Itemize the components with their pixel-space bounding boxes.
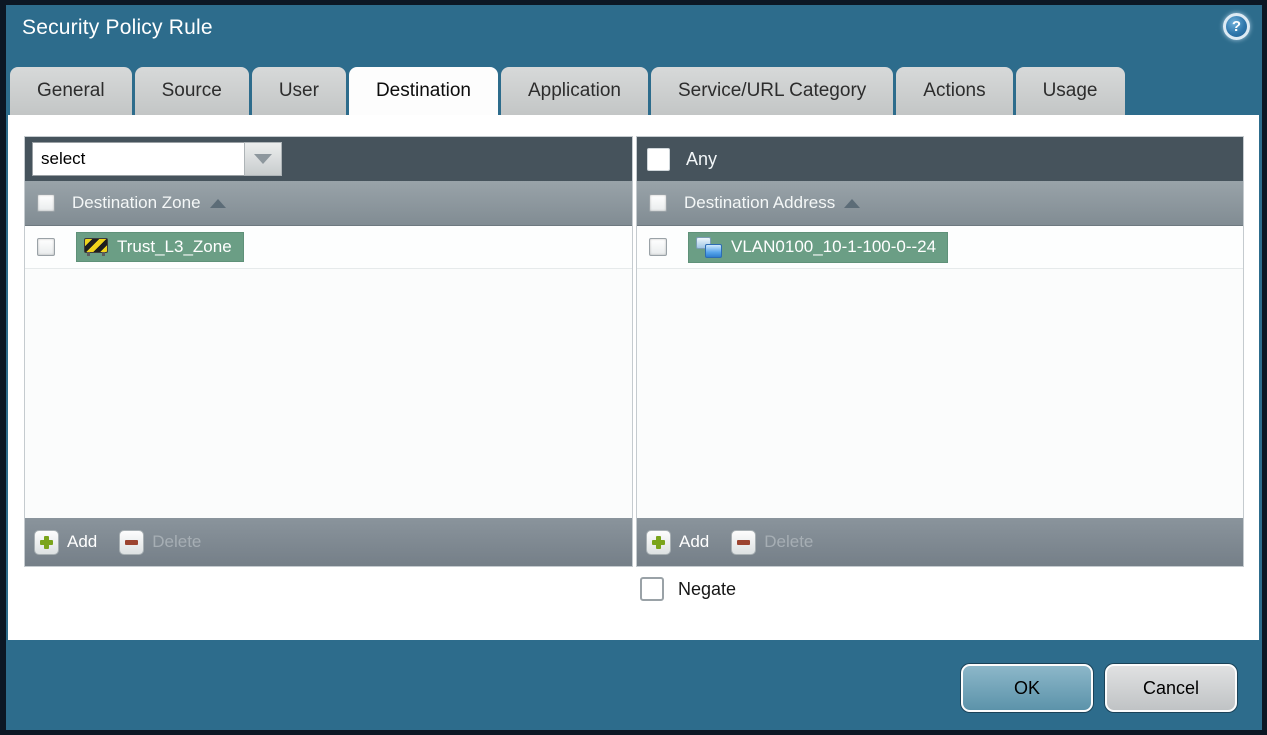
delete-button[interactable]: Delete — [731, 529, 813, 555]
zone-select-all-checkbox[interactable] — [37, 194, 55, 212]
zone-select-dropdown-button[interactable] — [244, 142, 282, 176]
chevron-down-icon — [254, 154, 272, 164]
address-panel-footer: Add Delete — [637, 518, 1243, 566]
help-icon[interactable]: ? — [1223, 13, 1250, 40]
cancel-button[interactable]: Cancel — [1105, 664, 1237, 712]
tab-bar: General Source User Destination Applicat… — [10, 67, 1125, 115]
minus-icon — [731, 529, 757, 555]
add-button[interactable]: Add — [646, 529, 709, 555]
address-entry-label: VLAN0100_10-1-100-0--24 — [731, 237, 937, 256]
table-row[interactable]: VLAN0100_10-1-100-0--24 — [637, 226, 1243, 269]
tab-application[interactable]: Application — [501, 67, 648, 115]
tab-general[interactable]: General — [10, 67, 132, 115]
negate-label: Negate — [678, 578, 737, 599]
row-checkbox[interactable] — [37, 238, 55, 256]
zone-column-header-row: Destination Zone — [25, 181, 632, 226]
zone-select-combo[interactable] — [32, 142, 282, 176]
negate-option: Negate — [640, 577, 736, 601]
zone-entry-label: Trust_L3_Zone — [117, 237, 232, 256]
tab-service-url-category[interactable]: Service/URL Category — [650, 67, 894, 115]
sort-ascending-icon[interactable] — [844, 198, 861, 208]
tab-source[interactable]: Source — [134, 67, 249, 115]
address-entry[interactable]: VLAN0100_10-1-100-0--24 — [688, 231, 949, 263]
negate-checkbox[interactable] — [640, 577, 664, 601]
tab-actions[interactable]: Actions — [896, 67, 1013, 115]
security-policy-rule-dialog: Security Policy Rule ? General Source Us… — [0, 0, 1267, 735]
zone-list: Trust_L3_Zone — [25, 226, 632, 518]
any-checkbox[interactable] — [647, 147, 670, 171]
add-button[interactable]: Add — [34, 529, 97, 555]
dialog-title: Security Policy Rule — [22, 16, 213, 39]
address-list: VLAN0100_10-1-100-0--24 — [637, 226, 1243, 518]
plus-icon — [34, 529, 59, 555]
destination-tab-content: Destination Zone Trust_L3_Zone Add — [8, 115, 1259, 640]
address-panel-toolbar: Any — [637, 137, 1243, 181]
sort-ascending-icon[interactable] — [209, 198, 226, 208]
tab-user[interactable]: User — [251, 67, 346, 115]
address-select-all-checkbox[interactable] — [649, 194, 667, 212]
zone-entry[interactable]: Trust_L3_Zone — [76, 232, 244, 262]
minus-icon — [119, 529, 145, 555]
delete-button[interactable]: Delete — [119, 529, 201, 555]
zone-select-input[interactable] — [32, 142, 244, 176]
zone-column-header[interactable]: Destination Zone — [72, 193, 201, 213]
any-label: Any — [686, 148, 718, 169]
destination-address-panel: Any Destination Address VLAN0100_10-1-10… — [637, 137, 1243, 566]
plus-icon — [646, 529, 671, 555]
tab-usage[interactable]: Usage — [1015, 67, 1125, 115]
zone-panel-toolbar — [25, 137, 632, 181]
address-column-header[interactable]: Destination Address — [684, 193, 835, 213]
row-checkbox[interactable] — [649, 238, 667, 256]
network-icon — [696, 236, 722, 258]
table-row[interactable]: Trust_L3_Zone — [25, 226, 632, 269]
destination-zone-panel: Destination Zone Trust_L3_Zone Add — [25, 137, 632, 566]
ok-button[interactable]: OK — [961, 664, 1093, 712]
zone-panel-footer: Add Delete — [25, 518, 632, 566]
address-column-header-row: Destination Address — [637, 181, 1243, 226]
zone-icon — [84, 238, 108, 256]
tab-destination[interactable]: Destination — [348, 67, 498, 115]
